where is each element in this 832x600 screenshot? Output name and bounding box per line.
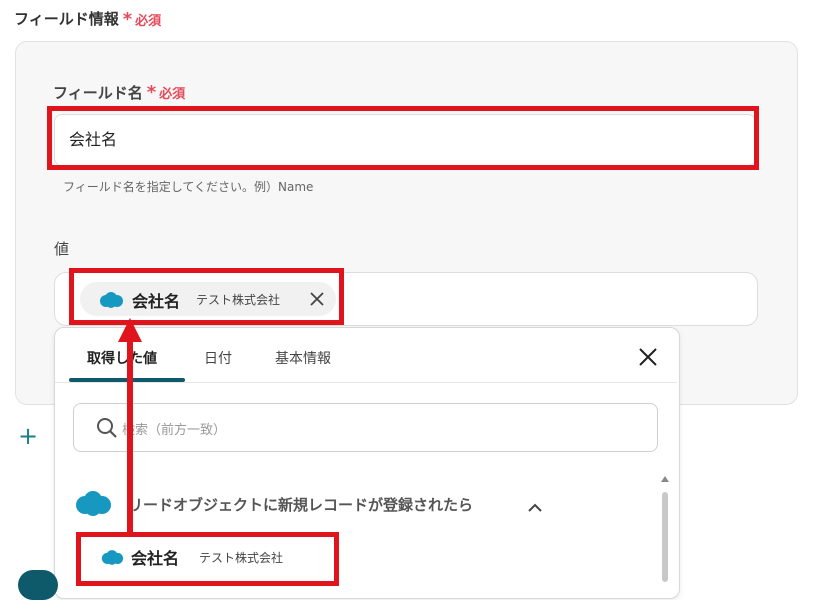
required-text: 必須 xyxy=(135,14,162,29)
salesforce-cloud-icon xyxy=(73,490,113,522)
highlight-field-name xyxy=(47,106,759,170)
annotation-arrow-shaft xyxy=(127,336,133,536)
annotation-arrow-head xyxy=(118,318,142,342)
group-title: リードオブジェクトに新規レコードが登録されたら xyxy=(128,496,474,514)
search-icon xyxy=(96,417,118,443)
scrollbar-thumb[interactable] xyxy=(662,492,668,582)
required-mark: * 必須 xyxy=(143,82,186,103)
highlight-list-item xyxy=(76,532,339,586)
highlight-value-chip xyxy=(69,268,344,325)
field-name-label: フィールド名 * 必須 xyxy=(53,82,185,103)
add-field-icon[interactable]: + xyxy=(18,424,38,448)
chevron-up-icon[interactable] xyxy=(527,498,543,517)
close-icon[interactable] xyxy=(638,347,658,371)
tab-divider xyxy=(55,382,677,383)
required-mark: * 必須 xyxy=(119,9,162,30)
search-placeholder: 検索（前方一致） xyxy=(122,423,227,438)
search-field[interactable]: 検索（前方一致） xyxy=(73,403,658,452)
corner-button[interactable] xyxy=(18,570,58,600)
required-star: * xyxy=(146,82,157,103)
scroll-up-arrow[interactable] xyxy=(661,476,669,482)
field-name-label-text: フィールド名 xyxy=(53,84,143,102)
required-text: 必須 xyxy=(159,87,186,102)
value-label: 値 xyxy=(54,240,70,258)
tab-basic-info[interactable]: 基本情報 xyxy=(275,348,331,368)
required-star: * xyxy=(122,9,133,30)
tab-acquired-values[interactable]: 取得した値 xyxy=(87,348,157,368)
field-name-hint: フィールド名を指定してください。例）Name xyxy=(63,180,314,194)
tab-date[interactable]: 日付 xyxy=(204,348,232,368)
section-title-text: フィールド情報 xyxy=(14,10,119,28)
section-title: フィールド情報 * 必須 xyxy=(14,8,162,30)
